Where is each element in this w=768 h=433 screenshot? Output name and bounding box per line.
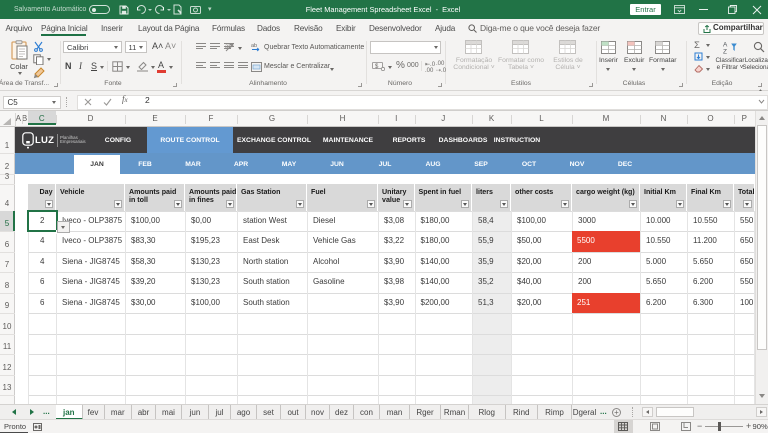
svg-text:ab: ab	[251, 43, 257, 49]
svg-text:A: A	[723, 42, 728, 49]
svg-text:Z: Z	[723, 49, 727, 55]
svg-text:ab: ab	[225, 44, 232, 50]
